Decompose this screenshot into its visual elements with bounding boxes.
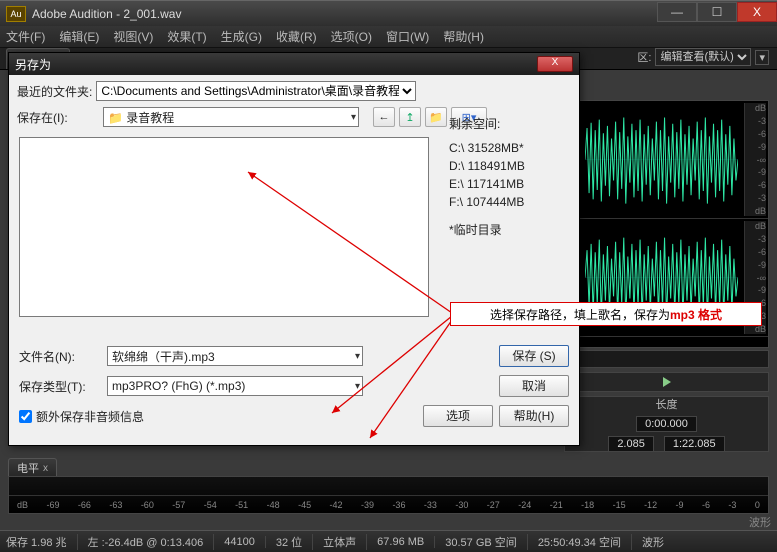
file-list[interactable] xyxy=(19,137,429,317)
drive-d: D:\ 118491MB xyxy=(449,157,569,175)
menu-options[interactable]: 选项(O) xyxy=(331,28,372,45)
length-panel: 长度 0:00.000 2.085 1:22.085 xyxy=(564,396,769,452)
folder-icon: 📁 xyxy=(429,111,443,124)
options-button[interactable]: 选项 xyxy=(423,405,493,427)
menu-window[interactable]: 窗口(W) xyxy=(386,28,429,45)
close-button[interactable]: X xyxy=(737,2,777,22)
filename-label: 文件名(N): xyxy=(19,348,101,365)
status-disk: 30.57 GB 空间 xyxy=(445,534,528,550)
annotation-callout: 选择保存路径，填上歌名，保存为 mp3 格式 xyxy=(450,302,762,326)
menu-help[interactable]: 帮助(H) xyxy=(443,28,484,45)
time-ruler[interactable] xyxy=(564,350,769,368)
status-mode: 波形 xyxy=(642,534,664,550)
status-time: 25:50:49.34 空间 xyxy=(538,534,632,550)
status-size: 67.96 MB xyxy=(377,536,435,548)
back-button[interactable]: ← xyxy=(373,107,395,127)
back-icon: ← xyxy=(379,111,390,123)
minimize-button[interactable]: — xyxy=(657,2,697,22)
workspace-select[interactable]: 编辑查看(默认) xyxy=(655,48,751,66)
type-label: 保存类型(T): xyxy=(19,378,101,395)
save-button[interactable]: 保存 (S) xyxy=(499,345,569,367)
level-scale: dB-69-66-63-60-57-54-51-48-45-42-39-36-3… xyxy=(17,500,760,512)
up-button[interactable]: ↥ xyxy=(399,107,421,127)
menu-file[interactable]: 文件(F) xyxy=(6,28,45,45)
status-bits: 32 位 xyxy=(276,534,313,550)
tempdir-label: *临时目录 xyxy=(449,221,569,239)
display-mode[interactable]: 波形 xyxy=(749,514,771,530)
workspace-menu-icon[interactable]: ▾ xyxy=(755,50,769,65)
app-icon: Au xyxy=(6,6,26,22)
free-space-label: 剩余空间: xyxy=(449,115,569,133)
maximize-button[interactable]: ☐ xyxy=(697,2,737,22)
filename-input[interactable]: 软绵绵（干声).mp3 xyxy=(107,346,363,366)
window-title: Adobe Audition - 2_001.wav xyxy=(32,7,657,21)
drive-f: F:\ 107444MB xyxy=(449,193,569,211)
transport-panel xyxy=(564,372,769,392)
tab-close-icon[interactable]: x xyxy=(43,463,48,474)
cancel-button[interactable]: 取消 xyxy=(499,375,569,397)
length-value-1[interactable]: 0:00.000 xyxy=(636,416,697,432)
new-folder-button[interactable]: 📁 xyxy=(425,107,447,127)
menubar[interactable]: 文件(F) 编辑(E) 视图(V) 效果(T) 生成(G) 收藏(R) 选项(O… xyxy=(0,26,777,48)
length-value-3[interactable]: 1:22.085 xyxy=(664,436,725,452)
save-as-dialog: 另存为 X 最近的文件夹: C:\Documents and Settings\… xyxy=(8,52,580,446)
statusbar: 保存 1.98 兆 左 :-26.4dB @ 0:13.406 44100 32… xyxy=(0,530,777,552)
menu-view[interactable]: 视图(V) xyxy=(113,28,153,45)
length-value-2[interactable]: 2.085 xyxy=(608,436,654,452)
checkbox-icon[interactable] xyxy=(19,410,32,423)
savein-select[interactable]: 📁 录音教程 xyxy=(103,107,359,127)
menu-edit[interactable]: 编辑(E) xyxy=(59,28,99,45)
waveform-left xyxy=(585,107,738,212)
help-button[interactable]: 帮助(H) xyxy=(499,405,569,427)
savein-label: 保存在(I): xyxy=(17,109,99,126)
dialog-close-button[interactable]: X xyxy=(537,56,573,72)
free-space-panel: 剩余空间: C:\ 31528MB* D:\ 118491MB E:\ 1171… xyxy=(449,115,569,239)
drive-c: C:\ 31528MB* xyxy=(449,139,569,157)
status-peak: 左 :-26.4dB @ 0:13.406 xyxy=(88,534,215,550)
status-rate: 44100 xyxy=(224,536,266,548)
length-label: 长度 xyxy=(656,396,678,412)
menu-generate[interactable]: 生成(G) xyxy=(221,28,262,45)
recent-folder-select[interactable]: C:\Documents and Settings\Administrator\… xyxy=(96,81,416,101)
recent-label: 最近的文件夹: xyxy=(17,83,92,100)
db-ruler-left: dB-3-6-9-∞-9-6-3dB xyxy=(744,103,766,216)
workspace-label: 区: xyxy=(637,49,651,65)
status-channels: 立体声 xyxy=(323,534,367,550)
dialog-title: 另存为 xyxy=(15,56,51,73)
save-extra-checkbox[interactable]: 额外保存非音频信息 xyxy=(19,408,144,425)
titlebar: Au Adobe Audition - 2_001.wav — ☐ X xyxy=(0,0,777,26)
workspace-picker: 区: 编辑查看(默认) ▾ xyxy=(637,48,769,66)
tab-level[interactable]: 电平 x xyxy=(8,458,57,477)
dialog-titlebar[interactable]: 另存为 X xyxy=(9,53,579,75)
level-meter[interactable]: dB-69-66-63-60-57-54-51-48-45-42-39-36-3… xyxy=(8,476,769,514)
status-save: 保存 1.98 兆 xyxy=(6,534,78,550)
menu-favorites[interactable]: 收藏(R) xyxy=(276,28,317,45)
drive-e: E:\ 117141MB xyxy=(449,175,569,193)
play-icon[interactable] xyxy=(663,377,671,387)
type-select[interactable]: mp3PRO? (FhG) (*.mp3) xyxy=(107,376,363,396)
up-icon: ↥ xyxy=(405,111,414,124)
menu-effects[interactable]: 效果(T) xyxy=(167,28,206,45)
